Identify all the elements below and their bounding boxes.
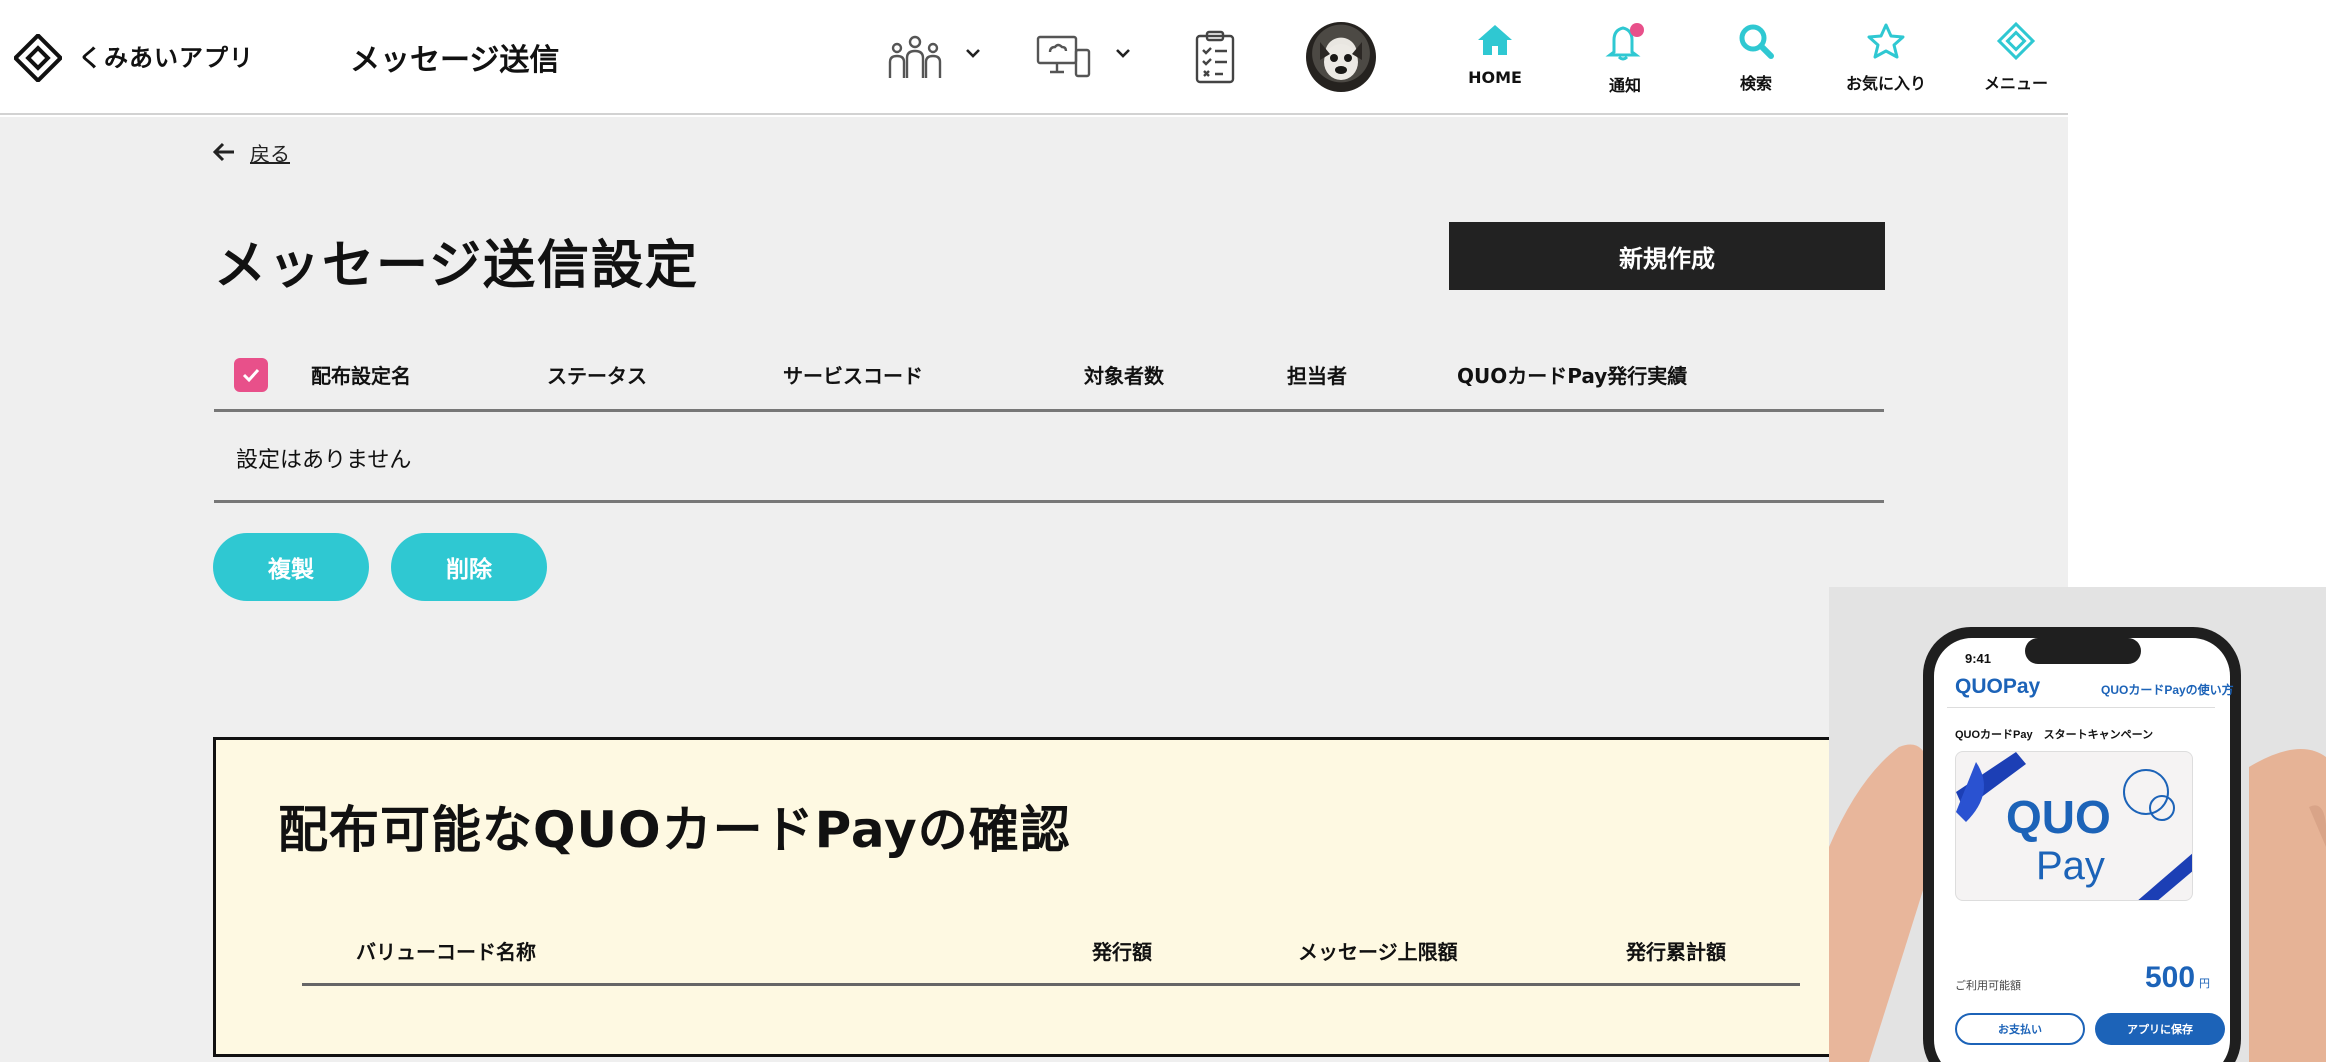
settings-table-header: 配布設定名 ステータス サービスコード 対象者数 担当者 QUOカードPay発行…	[214, 338, 1884, 412]
nav-home-label: HOME	[1468, 68, 1522, 87]
duplicate-button[interactable]: 複製	[213, 533, 369, 601]
column-header[interactable]: QUOカードPay発行実績	[1457, 360, 1687, 389]
checklist-icon[interactable]	[1194, 30, 1236, 84]
promo-brand: QUOPay	[1955, 675, 2041, 698]
new-create-button[interactable]: 新規作成	[1449, 222, 1885, 290]
arrow-left-icon	[212, 142, 234, 162]
save-button-label: アプリに保存	[2127, 1024, 2193, 1036]
pay-button: お支払い	[1955, 1013, 2085, 1045]
select-all-checkbox[interactable]	[234, 358, 268, 392]
promo-campaign: QUOカードPay スタートキャンペーン	[1955, 729, 2154, 741]
user-avatar[interactable]	[1306, 22, 1376, 92]
check-icon	[242, 368, 260, 383]
nav-home[interactable]: HOME	[1435, 22, 1555, 87]
column-header: 発行累計額	[1626, 940, 1726, 964]
column-header: メッセージ上限額	[1298, 940, 1458, 964]
card-brand-top: QUO	[2006, 791, 2111, 843]
pay-button-label: お支払い	[1998, 1024, 2042, 1036]
balance-value: 500	[2145, 961, 2196, 994]
nav-menu[interactable]: メニュー	[1956, 22, 2076, 94]
page-title: メッセージ送信設定	[214, 236, 699, 296]
empty-message: 設定はありません	[236, 448, 412, 473]
empty-table-row: 設定はありません	[214, 412, 1884, 503]
nav-favorites[interactable]: お気に入り	[1826, 22, 1946, 94]
group-icon[interactable]	[886, 34, 944, 80]
menu-logo-icon	[1996, 22, 2036, 60]
back-label[interactable]: 戻る	[250, 138, 290, 167]
app-logo-icon[interactable]	[14, 34, 62, 82]
devices-icon[interactable]	[1036, 34, 1092, 80]
header-page-title: メッセージ送信	[350, 43, 560, 78]
save-to-app-button: アプリに保存	[2095, 1013, 2225, 1045]
chevron-down-icon[interactable]	[962, 42, 984, 64]
app-name: くみあいアプリ	[78, 44, 254, 72]
column-header[interactable]: サービスコード	[783, 360, 923, 389]
home-icon	[1478, 25, 1512, 55]
nav-menu-label: メニュー	[1983, 74, 2048, 93]
column-header[interactable]: 対象者数	[1084, 360, 1164, 389]
bell-icon	[1605, 23, 1644, 61]
column-header: 発行額	[1092, 940, 1152, 964]
quo-card: QUO Pay	[1955, 751, 2193, 901]
quo-section-title: 配布可能なQUOカードPayの確認	[278, 801, 1071, 859]
column-header[interactable]: ステータス	[547, 360, 647, 389]
column-header: バリューコード名称	[356, 940, 536, 964]
nav-notifications-label: 通知	[1608, 76, 1641, 95]
balance-label: ご利用可能額	[1955, 980, 2021, 992]
nav-notifications[interactable]: 通知	[1565, 22, 1685, 96]
nav-search-label: 検索	[1739, 74, 1772, 93]
quo-table-header: バリューコード名称 発行額 メッセージ上限額 発行累計額	[302, 930, 1800, 986]
quo-pay-section: 配布可能なQUOカードPayの確認 バリューコード名称 発行額 メッセージ上限額…	[213, 737, 2093, 1057]
promo-help-link: QUOカードPayの使い方	[2101, 683, 2234, 697]
star-icon	[1867, 23, 1905, 59]
chevron-down-icon[interactable]	[1112, 42, 1134, 64]
top-header: くみあいアプリ メッセージ送信 HOME 通知 検索 お気に入り メニュー	[0, 0, 2068, 115]
nav-search[interactable]: 検索	[1696, 22, 1816, 94]
delete-button[interactable]: 削除	[391, 533, 547, 601]
quo-pay-promo-image: 9:41 QUOPay QUOカードPayの使い方 QUOカードPay スタート…	[1829, 587, 2326, 1062]
nav-favorites-label: お気に入り	[1845, 74, 1926, 93]
search-icon	[1739, 24, 1774, 59]
back-link[interactable]: 戻る	[212, 137, 290, 167]
column-header[interactable]: 担当者	[1287, 360, 1347, 389]
main-content: 戻る メッセージ送信設定 新規作成 配布設定名 ステータス サービスコード 対象…	[0, 117, 2093, 1062]
column-header[interactable]: 配布設定名	[311, 360, 411, 389]
card-brand-bottom: Pay	[2036, 844, 2105, 888]
balance-unit: 円	[2199, 978, 2210, 990]
notification-badge	[1630, 23, 1644, 37]
status-time: 9:41	[1965, 651, 1992, 666]
